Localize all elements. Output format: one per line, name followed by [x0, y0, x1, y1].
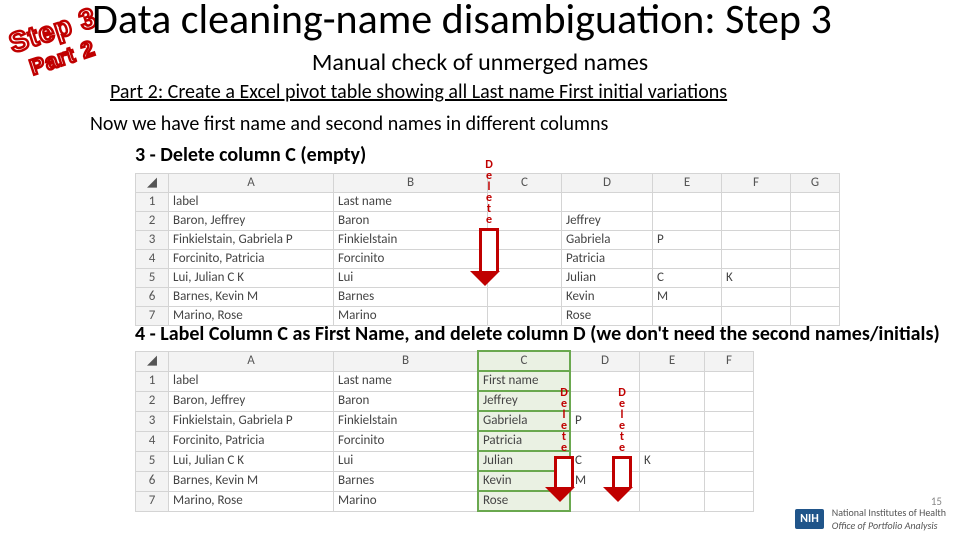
- slide-subtitle: Manual check of unmerged names: [0, 48, 960, 77]
- table-row: 3Finkielstain, Gabriela PFinkielstainGab…: [136, 411, 754, 431]
- step4-label: 4 - Label Column C as First Name, and de…: [135, 322, 940, 346]
- table-row: 2Baron, JeffreyBaronJeffrey: [136, 391, 754, 411]
- excel-grid-after: ◢ A B C D E F 1labelLast nameFirst name2…: [135, 350, 754, 512]
- table-row: 6Barnes, Kevin MBarnesKevinM: [136, 471, 754, 491]
- delete-label: D e l e t e: [553, 388, 575, 454]
- col-F: F: [722, 174, 791, 193]
- table-row: 5Lui, Julian C KLuiJulianCK: [136, 451, 754, 471]
- header-row: ◢ A B C D E F: [136, 351, 754, 371]
- col-C-selected: C: [478, 351, 570, 371]
- table-row: 7Marino, RoseMarinoRose: [136, 491, 754, 511]
- nih-logo: NIH: [795, 509, 824, 529]
- part-line: Part 2: Create a Excel pivot table showi…: [110, 80, 727, 104]
- footer-text: National Institutes of Health Office of …: [832, 506, 946, 532]
- table-row: 4Forcinito, PatriciaForcinitoPatricia: [136, 431, 754, 451]
- delete-arrow-3: D e l e t e: [611, 388, 633, 502]
- corner-cell: ◢: [136, 174, 169, 193]
- col-E: E: [640, 351, 705, 371]
- delete-arrow-1: D e l e t e: [478, 160, 500, 286]
- col-A: A: [169, 174, 334, 193]
- step3-label: 3 - Delete column C (empty): [135, 143, 366, 167]
- now-line: Now we have first name and second names …: [90, 112, 608, 136]
- slide-title: Data cleaning-name disambiguation: Step …: [92, 0, 832, 45]
- footer: NIH National Institutes of Health Office…: [795, 506, 946, 532]
- col-G: G: [791, 174, 840, 193]
- delete-arrow-2: D e l e t e: [553, 388, 575, 502]
- col-B: B: [334, 174, 488, 193]
- col-B: B: [334, 351, 479, 371]
- col-D: D: [570, 351, 640, 371]
- delete-label: D e l e t e: [478, 160, 500, 226]
- table-row: 1labelLast nameFirst name: [136, 371, 754, 391]
- col-A: A: [169, 351, 334, 371]
- corner-cell: ◢: [136, 351, 169, 371]
- col-E: E: [653, 174, 722, 193]
- table-row: 6Barnes, Kevin MBarnesKevinM: [136, 288, 840, 307]
- delete-label: D e l e t e: [611, 388, 633, 454]
- col-F: F: [705, 351, 754, 371]
- col-D: D: [562, 174, 653, 193]
